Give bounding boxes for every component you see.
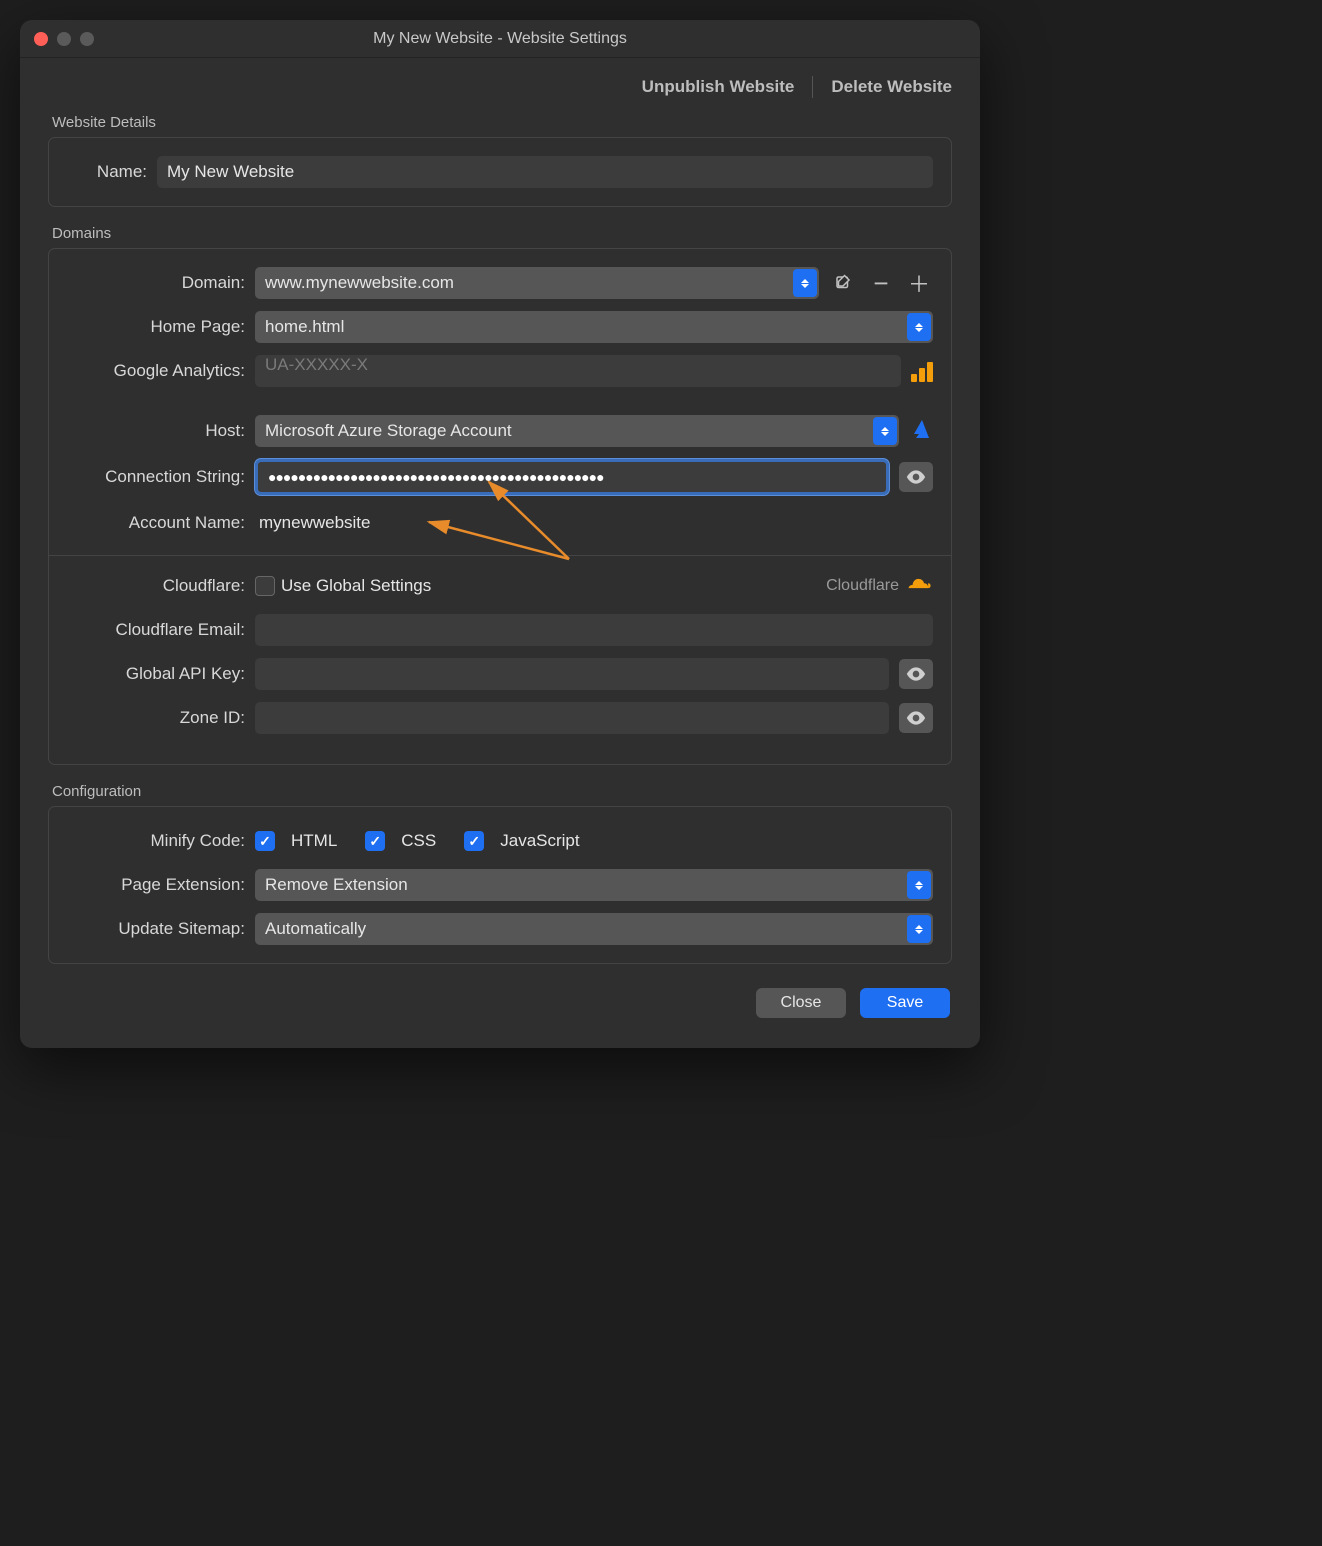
section-legend-config: Configuration bbox=[52, 783, 952, 800]
account-name-value: mynewwebsite bbox=[255, 513, 371, 533]
homepage-select[interactable]: home.html bbox=[255, 311, 933, 343]
delete-website-button[interactable]: Delete Website bbox=[831, 77, 952, 97]
ga-input[interactable]: UA-XXXXX-X bbox=[255, 355, 901, 387]
chevron-updown-icon bbox=[793, 269, 817, 297]
cf-email-input[interactable] bbox=[255, 614, 933, 646]
ga-label: Google Analytics: bbox=[67, 361, 255, 381]
cf-use-global-checkbox[interactable] bbox=[255, 576, 275, 596]
save-button[interactable]: Save bbox=[860, 988, 950, 1018]
chevron-updown-icon bbox=[907, 871, 931, 899]
chevron-updown-icon bbox=[907, 915, 931, 943]
minify-label: Minify Code: bbox=[67, 831, 255, 851]
traffic-lights bbox=[34, 32, 94, 46]
add-domain-icon[interactable]: ＋ bbox=[905, 269, 933, 297]
azure-icon bbox=[909, 417, 933, 446]
cf-zone-input[interactable] bbox=[255, 702, 889, 734]
minify-css-checkbox[interactable] bbox=[365, 831, 385, 851]
domains-group: Domain: www.mynewwebsite.com − ＋ Home Pa… bbox=[48, 248, 952, 765]
cf-use-global-label: Use Global Settings bbox=[281, 576, 431, 596]
divider bbox=[812, 76, 813, 98]
cf-api-label: Global API Key: bbox=[67, 664, 255, 684]
cf-zone-label: Zone ID: bbox=[67, 708, 255, 728]
chevron-updown-icon bbox=[873, 417, 897, 445]
page-ext-label: Page Extension: bbox=[67, 875, 255, 895]
analytics-icon bbox=[911, 360, 933, 382]
cf-email-label: Cloudflare Email: bbox=[67, 620, 255, 640]
host-select[interactable]: Microsoft Azure Storage Account bbox=[255, 415, 899, 447]
minify-html-label: HTML bbox=[291, 831, 337, 851]
minify-js-label: JavaScript bbox=[500, 831, 579, 851]
minify-js-checkbox[interactable] bbox=[464, 831, 484, 851]
content: Unpublish Website Delete Website Website… bbox=[20, 58, 980, 1048]
reveal-api-icon[interactable] bbox=[899, 659, 933, 689]
close-button[interactable]: Close bbox=[756, 988, 846, 1018]
sitemap-label: Update Sitemap: bbox=[67, 919, 255, 939]
acct-label: Account Name: bbox=[67, 513, 255, 533]
chevron-updown-icon bbox=[907, 313, 931, 341]
cloudflare-icon bbox=[907, 575, 933, 598]
website-details-group: Name: My New Website bbox=[48, 137, 952, 207]
page-ext-select[interactable]: Remove Extension bbox=[255, 869, 933, 901]
divider bbox=[49, 555, 951, 556]
top-actions: Unpublish Website Delete Website bbox=[48, 76, 952, 98]
unpublish-website-button[interactable]: Unpublish Website bbox=[642, 77, 795, 97]
host-label: Host: bbox=[67, 421, 255, 441]
close-window-icon[interactable] bbox=[34, 32, 48, 46]
sitemap-select[interactable]: Automatically bbox=[255, 913, 933, 945]
reveal-zone-icon[interactable] bbox=[899, 703, 933, 733]
footer: Close Save bbox=[48, 982, 952, 1024]
edit-domain-icon[interactable] bbox=[829, 269, 857, 297]
domain-label: Domain: bbox=[67, 273, 255, 293]
reveal-connection-icon[interactable] bbox=[899, 462, 933, 492]
remove-domain-icon[interactable]: − bbox=[867, 269, 895, 297]
configuration-group: Minify Code: HTML CSS JavaScript Page Ex… bbox=[48, 806, 952, 964]
name-label: Name: bbox=[67, 162, 157, 182]
section-legend-domains: Domains bbox=[52, 225, 952, 242]
window-title: My New Website - Website Settings bbox=[20, 30, 980, 48]
domain-select[interactable]: www.mynewwebsite.com bbox=[255, 267, 819, 299]
website-name-input[interactable]: My New Website bbox=[157, 156, 933, 188]
minify-html-checkbox[interactable] bbox=[255, 831, 275, 851]
titlebar: My New Website - Website Settings bbox=[20, 20, 980, 58]
minimize-window-icon[interactable] bbox=[57, 32, 71, 46]
minify-css-label: CSS bbox=[401, 831, 436, 851]
settings-window: My New Website - Website Settings Unpubl… bbox=[20, 20, 980, 1048]
zoom-window-icon[interactable] bbox=[80, 32, 94, 46]
connection-string-input[interactable]: ●●●●●●●●●●●●●●●●●●●●●●●●●●●●●●●●●●●●●●●●… bbox=[255, 459, 889, 495]
section-legend-details: Website Details bbox=[52, 114, 952, 131]
cloudflare-brand: Cloudflare bbox=[826, 575, 933, 598]
homepage-label: Home Page: bbox=[67, 317, 255, 337]
cf-label: Cloudflare: bbox=[67, 576, 255, 596]
cf-api-input[interactable] bbox=[255, 658, 889, 690]
conn-label: Connection String: bbox=[67, 467, 255, 487]
